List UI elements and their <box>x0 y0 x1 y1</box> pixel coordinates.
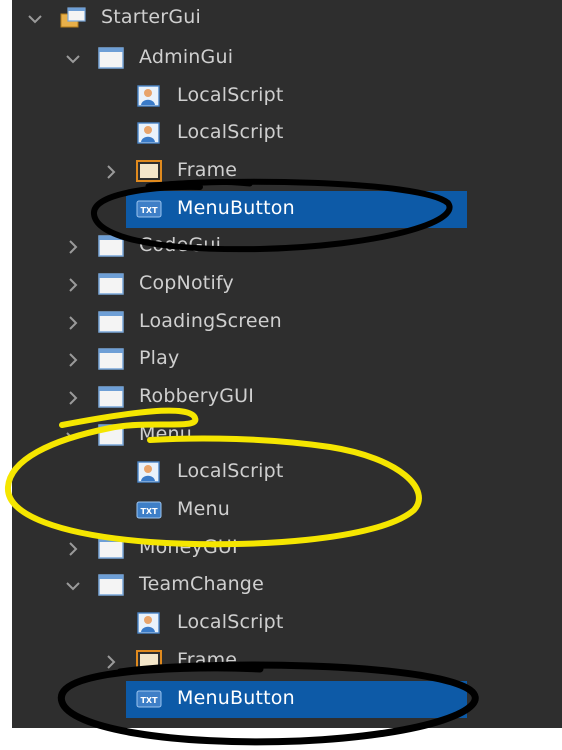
tree-row[interactable]: Menu <box>12 417 562 454</box>
frame-icon <box>136 160 162 182</box>
screengui-icon <box>98 47 124 69</box>
chevron-right-icon[interactable] <box>101 652 121 672</box>
screengui-icon <box>98 235 124 257</box>
startergui-icon <box>60 7 86 29</box>
tree-row-label: Play <box>139 347 180 369</box>
screengui-icon <box>98 273 124 295</box>
chevron-down-icon[interactable] <box>63 426 83 446</box>
localscript-icon <box>136 612 162 634</box>
chevron-down-icon[interactable] <box>63 576 83 596</box>
localscript-icon <box>136 122 162 144</box>
tree-row[interactable]: LocalScript <box>12 605 562 642</box>
chevron-right-icon[interactable] <box>63 539 83 559</box>
tree-row-label: LocalScript <box>177 121 284 143</box>
tree-row[interactable]: CopNotify <box>12 266 562 303</box>
screengui-icon <box>98 348 124 370</box>
svg-text:TXT: TXT <box>140 696 158 705</box>
screengui-icon <box>98 424 124 446</box>
tree-row[interactable]: CodeGui <box>12 228 562 265</box>
chevron-down-icon[interactable] <box>25 9 45 29</box>
tree-row[interactable]: StarterGui <box>12 0 562 37</box>
tree-row-label: CopNotify <box>139 272 234 294</box>
chevron-right-icon[interactable] <box>63 388 83 408</box>
chevron-right-icon[interactable] <box>63 237 83 257</box>
tree-row-label: CodeGui <box>139 234 222 256</box>
screengui-icon <box>98 574 124 596</box>
tree-row[interactable]: LoadingScreen <box>12 304 562 341</box>
tree-row-label: MenuButton <box>177 687 295 709</box>
chevron-right-icon[interactable] <box>63 275 83 295</box>
tree-row-label: MoneyGUI <box>139 536 238 558</box>
tree-row[interactable]: Frame <box>12 153 562 190</box>
tree-row[interactable]: LocalScript <box>12 115 562 152</box>
bottom-strip <box>12 728 562 750</box>
tree-row[interactable]: MoneyGUI <box>12 530 562 567</box>
screengui-icon <box>98 386 124 408</box>
tree-row-label: Frame <box>177 159 238 181</box>
tree-row[interactable]: LocalScript <box>12 454 562 491</box>
tree-row-label: LoadingScreen <box>139 310 282 332</box>
tree-row[interactable]: Play <box>12 341 562 378</box>
textbutton-icon: TXT <box>136 688 162 710</box>
tree-row-label: StarterGui <box>101 6 201 28</box>
localscript-icon <box>136 85 162 107</box>
tree-row[interactable]: TXT Menu <box>12 492 562 529</box>
svg-text:TXT: TXT <box>140 206 158 215</box>
textbutton-icon: TXT <box>136 198 162 220</box>
tree-row[interactable]: LocalScript <box>12 78 562 115</box>
tree-row[interactable]: AdminGui <box>12 40 562 77</box>
tree-row-label: RobberyGUI <box>139 385 255 407</box>
tree-row-label: Menu <box>177 498 230 520</box>
explorer-panel: StarterGui AdminGui LocalScript LocalScript… <box>12 0 562 728</box>
tree-row-label: LocalScript <box>177 611 284 633</box>
chevron-right-icon[interactable] <box>63 350 83 370</box>
tree-row-label: AdminGui <box>139 46 234 68</box>
svg-text:TXT: TXT <box>140 507 158 516</box>
tree-row[interactable]: TXT MenuButton <box>12 681 562 718</box>
textbutton-icon: TXT <box>136 499 162 521</box>
tree-row-label: Frame <box>177 649 238 671</box>
chevron-right-icon[interactable] <box>101 162 121 182</box>
tree-row-label: MenuButton <box>177 197 295 219</box>
tree-row[interactable]: TeamChange <box>12 567 562 604</box>
screengui-icon <box>98 311 124 333</box>
tree-row[interactable]: Frame <box>12 643 562 680</box>
tree-row-label: LocalScript <box>177 460 284 482</box>
frame-icon <box>136 650 162 672</box>
tree-row-label: LocalScript <box>177 84 284 106</box>
localscript-icon <box>136 461 162 483</box>
tree-row[interactable]: RobberyGUI <box>12 379 562 416</box>
chevron-down-icon[interactable] <box>63 49 83 69</box>
tree-row-label: TeamChange <box>139 573 264 595</box>
tree-row[interactable]: TXT MenuButton <box>12 191 562 228</box>
tree-row-label: Menu <box>139 423 192 445</box>
chevron-right-icon[interactable] <box>63 313 83 333</box>
screengui-icon <box>98 537 124 559</box>
